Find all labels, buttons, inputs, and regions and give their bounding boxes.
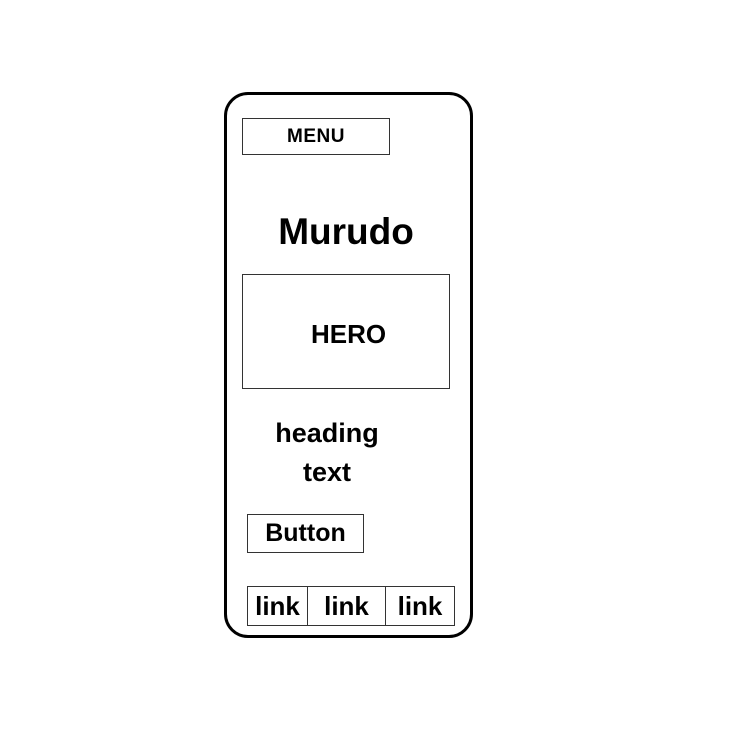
footer-link-1-label: link [255,590,300,621]
footer-link-3[interactable]: link [385,587,454,625]
brand-title: Murudo [278,211,414,252]
footer-links: link link link [247,586,455,626]
footer-link-3-label: link [397,590,443,621]
footer-link-2-label: link [324,590,369,621]
hero-placeholder: HERO [242,274,450,389]
menu-button-label: MENU [287,125,345,147]
section-heading: heading text [257,414,397,492]
footer-link-2[interactable]: link [307,587,385,625]
hero-label: HERO [311,319,387,349]
section-heading-line-2: text [302,457,351,487]
cta-button[interactable]: Button [247,514,364,553]
section-heading-line-1: heading [275,418,379,448]
cta-button-label: Button [265,519,346,547]
menu-button[interactable]: MENU [242,118,390,155]
footer-link-1[interactable]: link [248,587,307,625]
